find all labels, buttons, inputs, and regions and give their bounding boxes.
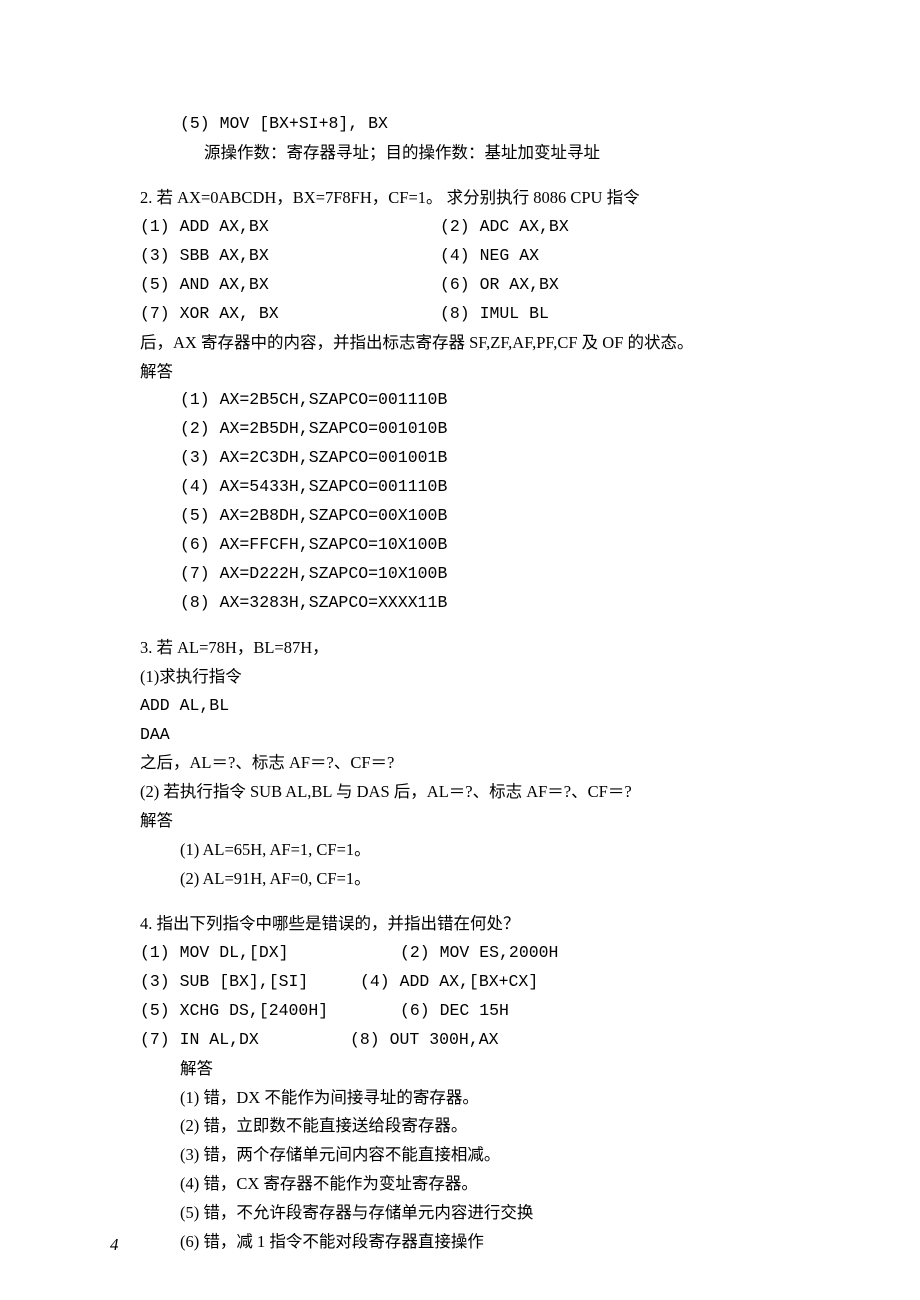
sec2-answer3: (3) AX=2C3DH,SZAPCO=001001B <box>140 444 810 473</box>
sec3-line3: ADD AL,BL <box>140 692 810 721</box>
sec2-item8: (8) IMUL BL <box>440 300 549 329</box>
sec4-answer1: (1) 错，DX 不能作为间接寻址的寄存器。 <box>140 1084 810 1113</box>
sec3-line5: 之后，AL＝?、标志 AF＝?、CF＝? <box>140 749 810 778</box>
sec2-item3: (3) SBB AX,BX <box>140 242 440 271</box>
sec2-row3: (5) AND AX,BX (6) OR AX,BX <box>140 271 810 300</box>
sec4-item2: (2) MOV ES,2000H <box>400 939 558 968</box>
sec2-row4: (7) XOR AX, BX (8) IMUL BL <box>140 300 810 329</box>
sec4-item3: (3) SUB [BX],[SI] <box>140 968 360 997</box>
sec3-title: 3. 若 AL=78H，BL=87H， <box>140 634 810 663</box>
sec4-item4: (4) ADD AX,[BX+CX] <box>360 968 538 997</box>
sec2-item5: (5) AND AX,BX <box>140 271 440 300</box>
sec4-answer2: (2) 错，立即数不能直接送给段寄存器。 <box>140 1112 810 1141</box>
sec2-answer2: (2) AX=2B5DH,SZAPCO=001010B <box>140 415 810 444</box>
sec3-answer1: (1) AL=65H, AF=1, CF=1。 <box>140 836 810 865</box>
sec2-answer5: (5) AX=2B8DH,SZAPCO=00X100B <box>140 502 810 531</box>
sec4-item6: (6) DEC 15H <box>400 997 509 1026</box>
sec3-line4: DAA <box>140 721 810 750</box>
sec1-item5-desc: 源操作数：寄存器寻址；目的操作数：基址加变址寻址 <box>140 139 810 168</box>
sec3-answer2: (2) AL=91H, AF=0, CF=1。 <box>140 865 810 894</box>
sec1-item5-code: (5) MOV [BX+SI+8], BX <box>140 110 810 139</box>
sec2-item2: (2) ADC AX,BX <box>440 213 569 242</box>
sec3-line2: (1)求执行指令 <box>140 663 810 692</box>
sec4-item5: (5) XCHG DS,[2400H] <box>140 997 400 1026</box>
sec3-line6: (2) 若执行指令 SUB AL,BL 与 DAS 后，AL＝?、标志 AF＝?… <box>140 778 810 807</box>
sec4-item1: (1) MOV DL,[DX] <box>140 939 400 968</box>
sec2-item1: (1) ADD AX,BX <box>140 213 440 242</box>
sec2-answer6: (6) AX=FFCFH,SZAPCO=10X100B <box>140 531 810 560</box>
sec4-row3: (5) XCHG DS,[2400H] (6) DEC 15H <box>140 997 810 1026</box>
sec2-item6: (6) OR AX,BX <box>440 271 559 300</box>
page-number: 4 <box>110 1230 119 1260</box>
sec4-row2: (3) SUB [BX],[SI] (4) ADD AX,[BX+CX] <box>140 968 810 997</box>
document-page: (5) MOV [BX+SI+8], BX 源操作数：寄存器寻址；目的操作数：基… <box>0 0 920 1300</box>
sec2-title: 2. 若 AX=0ABCDH，BX=7F8FH，CF=1。 求分别执行 8086… <box>140 184 810 213</box>
sec4-item7: (7) IN AL,DX <box>140 1026 350 1055</box>
sec4-answer4: (4) 错，CX 寄存器不能作为变址寄存器。 <box>140 1170 810 1199</box>
sec2-item7: (7) XOR AX, BX <box>140 300 440 329</box>
sec4-row1: (1) MOV DL,[DX] (2) MOV ES,2000H <box>140 939 810 968</box>
sec4-answer6: (6) 错，减 1 指令不能对段寄存器直接操作 <box>140 1228 810 1257</box>
sec2-answer7: (7) AX=D222H,SZAPCO=10X100B <box>140 560 810 589</box>
sec2-item4: (4) NEG AX <box>440 242 539 271</box>
sec3-answer-label: 解答 <box>140 807 810 836</box>
sec4-item8: (8) OUT 300H,AX <box>350 1026 499 1055</box>
sec4-answer-label: 解答 <box>140 1055 810 1084</box>
sec4-title: 4. 指出下列指令中哪些是错误的，并指出错在何处？ <box>140 910 810 939</box>
sec2-answer-label: 解答 <box>140 358 810 387</box>
sec2-answer1: (1) AX=2B5CH,SZAPCO=001110B <box>140 386 810 415</box>
sec4-answer5: (5) 错，不允许段寄存器与存储单元内容进行交换 <box>140 1199 810 1228</box>
sec2-answer8: (8) AX=3283H,SZAPCO=XXXX11B <box>140 589 810 618</box>
sec2-row1: (1) ADD AX,BX (2) ADC AX,BX <box>140 213 810 242</box>
sec2-answer4: (4) AX=5433H,SZAPCO=001110B <box>140 473 810 502</box>
sec2-after: 后，AX 寄存器中的内容，并指出标志寄存器 SF,ZF,AF,PF,CF 及 O… <box>140 329 810 358</box>
sec2-row2: (3) SBB AX,BX (4) NEG AX <box>140 242 810 271</box>
sec4-answer3: (3) 错，两个存储单元间内容不能直接相减。 <box>140 1141 810 1170</box>
sec4-row4: (7) IN AL,DX (8) OUT 300H,AX <box>140 1026 810 1055</box>
